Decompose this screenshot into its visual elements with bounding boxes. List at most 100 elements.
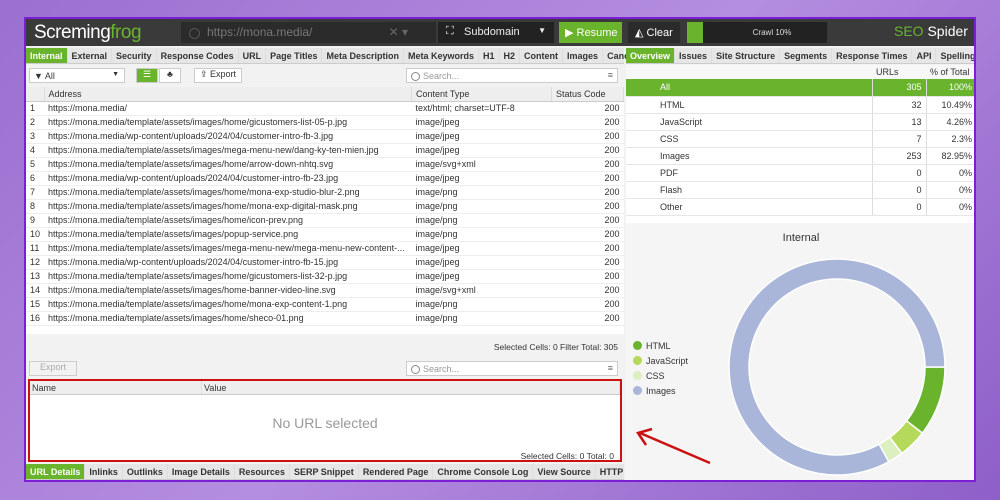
list-view-button[interactable]: ☰ <box>136 68 158 83</box>
tab-image-details[interactable]: Image Details <box>168 464 235 479</box>
clear-button[interactable]: ◭ Clear <box>628 22 680 43</box>
bottom-tab-bar: URL Details Inlinks Outlinks Image Details R… <box>26 464 678 480</box>
overview-row[interactable]: Flash 0 0% <box>626 181 974 199</box>
details-search-input[interactable]: Search... ≡ <box>406 361 618 376</box>
url-table: Address Content Type Status Code 1 https://m… <box>26 87 624 334</box>
urls-cell: 7 <box>871 130 926 148</box>
tab-inlinks[interactable]: Inlinks <box>85 464 123 479</box>
tab-issues[interactable]: Issues <box>675 48 713 63</box>
table-row[interactable]: 16 https://mona.media/template/assets/ima… <box>26 311 624 326</box>
search-input[interactable]: Search... ≡ <box>406 68 618 83</box>
table-row[interactable]: 12 https://mona.media/wp-content/uploads/… <box>26 255 624 270</box>
tab-url[interactable]: URL <box>239 48 267 63</box>
status-code-cell: 200 <box>551 255 624 270</box>
tab-serp-snippet[interactable]: SERP Snippet <box>290 464 359 479</box>
table-row[interactable]: 5 https://mona.media/template/assets/imag… <box>26 157 624 172</box>
table-row[interactable]: 11 https://mona.media/template/assets/ima… <box>26 241 624 256</box>
filter-dropdown[interactable]: ▼ All ▼ <box>29 68 125 83</box>
tab-images[interactable]: Images <box>563 48 604 63</box>
tree-view-button[interactable]: ♣ <box>159 68 181 83</box>
tab-resources[interactable]: Resources <box>235 464 290 479</box>
tab-content[interactable]: Content <box>520 48 564 63</box>
tab-page-titles[interactable]: Page Titles <box>266 48 323 63</box>
col-name[interactable]: Name <box>30 381 202 394</box>
url-input[interactable]: https://mona.media/✕ ▾ <box>181 22 436 43</box>
tab-segments[interactable]: Segments <box>780 48 833 63</box>
overview-row[interactable]: JavaScript 13 4.26% <box>626 113 974 131</box>
status-code-cell: 200 <box>551 185 624 200</box>
status-code-cell: 200 <box>551 157 624 172</box>
tab-api[interactable]: API <box>912 48 937 63</box>
row-number: 15 <box>26 297 44 312</box>
address-cell: https://mona.media/template/assets/image… <box>44 269 412 284</box>
tab-url-details[interactable]: URL Details <box>26 464 86 479</box>
right-tab-bar: Overview Issues Site Structure Segments Resp… <box>626 48 974 64</box>
tab-meta-description[interactable]: Meta Description <box>322 48 404 63</box>
export-button[interactable]: ⇪ Export <box>194 68 242 83</box>
type-cell: Other <box>626 198 872 216</box>
slice-html[interactable] <box>905 366 946 435</box>
table-row[interactable]: 4 https://mona.media/template/assets/imag… <box>26 143 624 158</box>
content-type-cell: text/html; charset=UTF-8 <box>411 101 552 116</box>
clear-url-icon[interactable]: ✕ ▾ <box>389 25 408 39</box>
table-row[interactable]: 15 https://mona.media/template/assets/ima… <box>26 297 624 312</box>
tab-site-structure[interactable]: Site Structure <box>712 48 781 63</box>
filter-settings-icon[interactable]: ≡ <box>608 363 613 373</box>
resume-button[interactable]: ▶ Resume <box>559 22 622 43</box>
row-number: 11 <box>26 241 44 256</box>
tab-internal[interactable]: Internal <box>26 48 68 63</box>
tab-chrome-console-log[interactable]: Chrome Console Log <box>433 464 534 479</box>
overview-row[interactable]: HTML 32 10.49% <box>626 96 974 114</box>
table-row[interactable]: 8 https://mona.media/template/assets/imag… <box>26 199 624 214</box>
tab-spelling-gr[interactable]: Spelling & Gr <box>936 48 974 63</box>
percent-cell: 10.49% <box>925 96 974 114</box>
subdomain-icon: ⛶ <box>446 25 454 37</box>
tab-response-times[interactable]: Response Times <box>832 48 913 63</box>
tab-overview[interactable]: Overview <box>626 48 676 63</box>
url-details-panel: Name Value No URL selected Selected Cells… <box>28 379 622 462</box>
content-type-cell: image/jpeg <box>411 129 552 144</box>
tab-outlinks[interactable]: Outlinks <box>123 464 168 479</box>
content-type-cell: image/svg+xml <box>411 283 552 298</box>
table-row[interactable]: 10 https://mona.media/template/assets/ima… <box>26 227 624 242</box>
urls-cell: 305 <box>871 79 926 97</box>
table-row[interactable]: 2 https://mona.media/template/assets/imag… <box>26 115 624 130</box>
tab-external[interactable]: External <box>68 48 113 63</box>
overview-row[interactable]: All 305 100% <box>626 79 974 97</box>
status-code-cell: 200 <box>551 101 624 116</box>
tab-h2[interactable]: H2 <box>500 48 521 63</box>
status-code-cell: 200 <box>551 143 624 158</box>
table-row[interactable]: 6 https://mona.media/wp-content/uploads/2… <box>26 171 624 186</box>
type-cell: All <box>626 79 872 97</box>
tab-response-codes[interactable]: Response Codes <box>157 48 239 63</box>
content-type-cell: image/jpeg <box>411 143 552 158</box>
tab-view-source[interactable]: View Source <box>533 464 596 479</box>
filter-icon: ▼ <box>34 71 45 81</box>
overview-row[interactable]: PDF 0 0% <box>626 164 974 182</box>
table-row[interactable]: 13 https://mona.media/template/assets/ima… <box>26 269 624 284</box>
tab-meta-keywords[interactable]: Meta Keywords <box>404 48 480 63</box>
tab-rendered-page[interactable]: Rendered Page <box>359 464 434 479</box>
urls-cell: 0 <box>871 164 926 182</box>
table-row[interactable]: 7 https://mona.media/template/assets/imag… <box>26 185 624 200</box>
details-export-button[interactable]: Export <box>29 361 77 376</box>
col-address[interactable]: Address <box>44 87 412 102</box>
overview-row[interactable]: Images 253 82.95% <box>626 147 974 165</box>
tab-security[interactable]: Security <box>112 48 157 63</box>
col-status-code[interactable]: Status Code <box>551 87 624 102</box>
overview-row[interactable]: CSS 7 2.3% <box>626 130 974 148</box>
col-value[interactable]: Value <box>202 381 620 394</box>
table-row[interactable]: 3 https://mona.media/wp-content/uploads/2… <box>26 129 624 144</box>
overview-row[interactable]: Other 0 0% <box>626 198 974 216</box>
tab-h1[interactable]: H1 <box>479 48 500 63</box>
address-cell: https://mona.media/template/assets/image… <box>44 297 412 312</box>
table-row[interactable]: 1 https://mona.media/text/html; charset=U… <box>26 101 624 116</box>
mode-dropdown[interactable]: ⛶ Subdomain ▼ <box>438 22 554 43</box>
table-row[interactable]: 14 https://mona.media/template/assets/ima… <box>26 283 624 298</box>
row-number: 4 <box>26 143 44 158</box>
col-content-type[interactable]: Content Type <box>411 87 552 102</box>
table-row[interactable]: 9 https://mona.media/template/assets/imag… <box>26 213 624 228</box>
col-percent[interactable]: % of Total <box>926 65 974 79</box>
col-urls[interactable]: URLs <box>872 65 926 79</box>
filter-settings-icon[interactable]: ≡ <box>608 70 613 80</box>
